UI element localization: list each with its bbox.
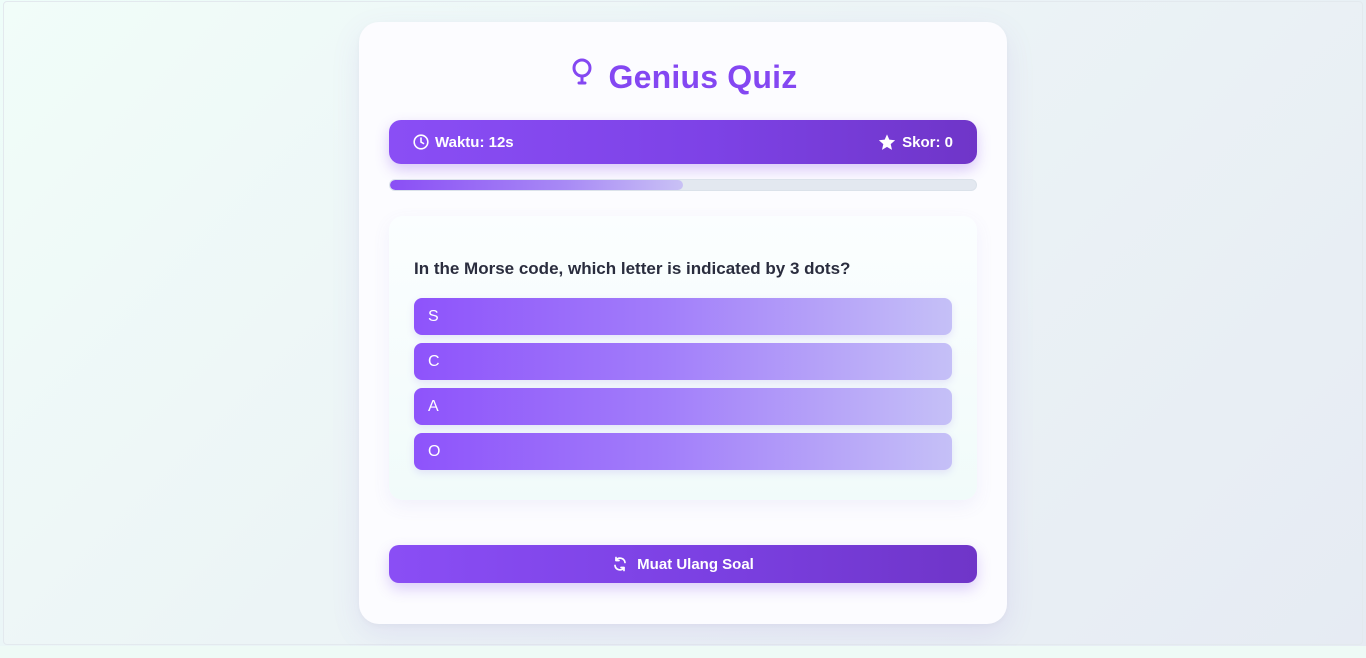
status-bar: Waktu: 12s Skor: 0 <box>389 120 977 164</box>
reload-question-button[interactable]: Muat Ulang Soal <box>389 545 977 583</box>
question-text: In the Morse code, which letter is indic… <box>414 259 851 278</box>
reload-label: Muat Ulang Soal <box>637 555 754 573</box>
bottom-strip <box>0 646 1366 658</box>
lightbulb-icon <box>569 58 595 88</box>
answer-options: S C A O <box>414 298 952 478</box>
answer-option[interactable]: A <box>414 388 952 425</box>
star-icon <box>878 133 896 151</box>
progress-fill <box>390 180 683 190</box>
score: Skor: 0 <box>878 134 953 151</box>
quiz-header: Genius Quiz <box>359 57 1007 97</box>
answer-option[interactable]: S <box>414 298 952 335</box>
progress-bar <box>389 179 977 191</box>
timer-label: Waktu: 12s <box>435 133 514 151</box>
refresh-icon <box>612 556 628 572</box>
answer-option[interactable]: O <box>414 433 952 470</box>
timer: Waktu: 12s <box>413 134 514 151</box>
answer-option[interactable]: C <box>414 343 952 380</box>
score-label: Skor: 0 <box>902 133 953 151</box>
quiz-card: Genius Quiz Waktu: 12s Skor: 0 In the Mo… <box>359 22 1007 624</box>
page-title: Genius Quiz <box>608 58 798 95</box>
question-panel: In the Morse code, which letter is indic… <box>389 216 977 500</box>
clock-icon <box>413 134 429 150</box>
